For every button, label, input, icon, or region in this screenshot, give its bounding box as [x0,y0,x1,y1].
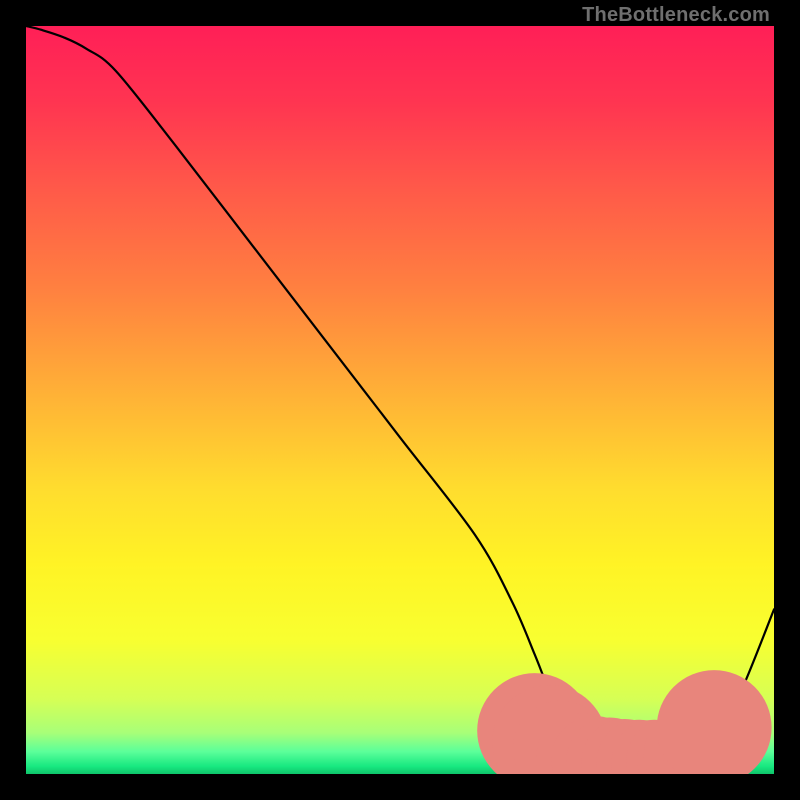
chart-svg [26,26,774,774]
highlight-markers [477,670,771,774]
outer-frame: TheBottleneck.com [0,0,800,800]
plot-area [26,26,774,774]
marker-dot [657,670,772,774]
bottleneck-curve [26,26,774,766]
watermark-text: TheBottleneck.com [582,4,770,27]
